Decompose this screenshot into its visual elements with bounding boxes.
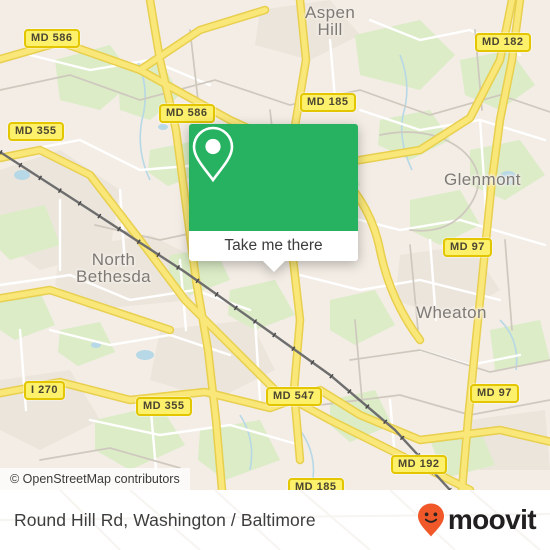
osm-attribution[interactable]: © OpenStreetMap contributors <box>0 468 190 490</box>
moovit-wordmark: moovit <box>447 504 537 535</box>
road-shield-md-547: MD 547 <box>266 387 322 406</box>
moovit-map-screenshot: Aspen Hill Glenmont North Bethesda Wheat… <box>0 0 550 550</box>
road-shield-md-586-mid: MD 586 <box>159 104 215 123</box>
popup-pointer <box>262 261 285 272</box>
road-shield-md-355-north: MD 355 <box>8 122 64 141</box>
road-shield-md-586-north: MD 586 <box>24 29 80 48</box>
road-shield-md-182: MD 182 <box>475 33 531 52</box>
road-shield-md-355-south: MD 355 <box>136 397 192 416</box>
place-label-glenmont: Glenmont <box>444 170 521 189</box>
road-shield-md-192: MD 192 <box>391 455 447 474</box>
take-me-there-button[interactable]: Take me there <box>189 231 358 261</box>
road-shield-md-97-north: MD 97 <box>443 238 492 257</box>
moovit-logo[interactable]: moovit <box>416 502 537 538</box>
location-title: Round Hill Rd, Washington / Baltimore <box>14 509 316 530</box>
place-label-wheaton: Wheaton <box>416 303 487 322</box>
popup-icon-area <box>189 124 358 231</box>
footer-bar: Round Hill Rd, Washington / Baltimore mo… <box>0 490 550 550</box>
destination-popup-card[interactable]: Take me there <box>189 124 358 272</box>
road-shield-i-270: I 270 <box>24 381 65 400</box>
road-shield-md-97-south: MD 97 <box>470 384 519 403</box>
place-label-aspen-hill: Aspen Hill <box>305 3 356 39</box>
place-label-north-bethesda: North Bethesda <box>76 250 152 286</box>
map-canvas[interactable]: Aspen Hill Glenmont North Bethesda Wheat… <box>0 0 550 490</box>
moovit-smiley-pin-icon <box>417 503 444 537</box>
map-pin-icon <box>192 126 234 183</box>
road-shield-md-185-north: MD 185 <box>300 93 356 112</box>
road-shield-md-185-south: MD 185 <box>288 478 344 490</box>
